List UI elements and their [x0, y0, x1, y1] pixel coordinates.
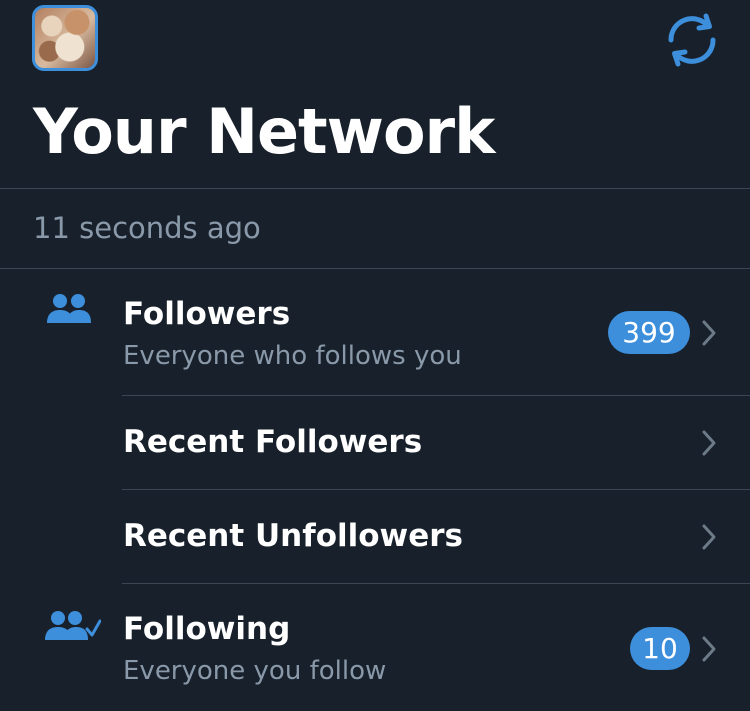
- following-subtitle: Everyone you follow: [123, 656, 387, 686]
- refresh-icon[interactable]: [664, 12, 720, 68]
- recent-followers-row[interactable]: Recent Followers: [0, 396, 750, 489]
- following-title: Following: [123, 611, 291, 647]
- page-title: Your Network: [33, 95, 495, 168]
- recent-unfollowers-title: Recent Unfollowers: [123, 518, 463, 554]
- followers-subtitle: Everyone who follows you: [123, 341, 462, 371]
- following-row[interactable]: Following Everyone you follow 10: [0, 584, 750, 711]
- people-icon: [47, 294, 91, 323]
- chevron-right-icon: [702, 320, 716, 346]
- last-updated-text: 11 seconds ago: [33, 211, 261, 245]
- recent-followers-title: Recent Followers: [123, 424, 423, 460]
- network-screen: Your Network 11 seconds ago Followers Ev…: [0, 0, 750, 711]
- people-check-icon: [45, 611, 101, 640]
- chevron-right-icon: [702, 430, 716, 456]
- followers-count-badge: 399: [608, 311, 690, 354]
- recent-unfollowers-row[interactable]: Recent Unfollowers: [0, 490, 750, 583]
- chevron-right-icon: [702, 524, 716, 550]
- header-divider: [0, 188, 750, 189]
- followers-title: Followers: [123, 296, 291, 332]
- profile-avatar[interactable]: [32, 5, 98, 71]
- following-count-badge: 10: [630, 627, 690, 670]
- chevron-right-icon: [702, 636, 716, 662]
- followers-row[interactable]: Followers Everyone who follows you 399: [0, 269, 750, 395]
